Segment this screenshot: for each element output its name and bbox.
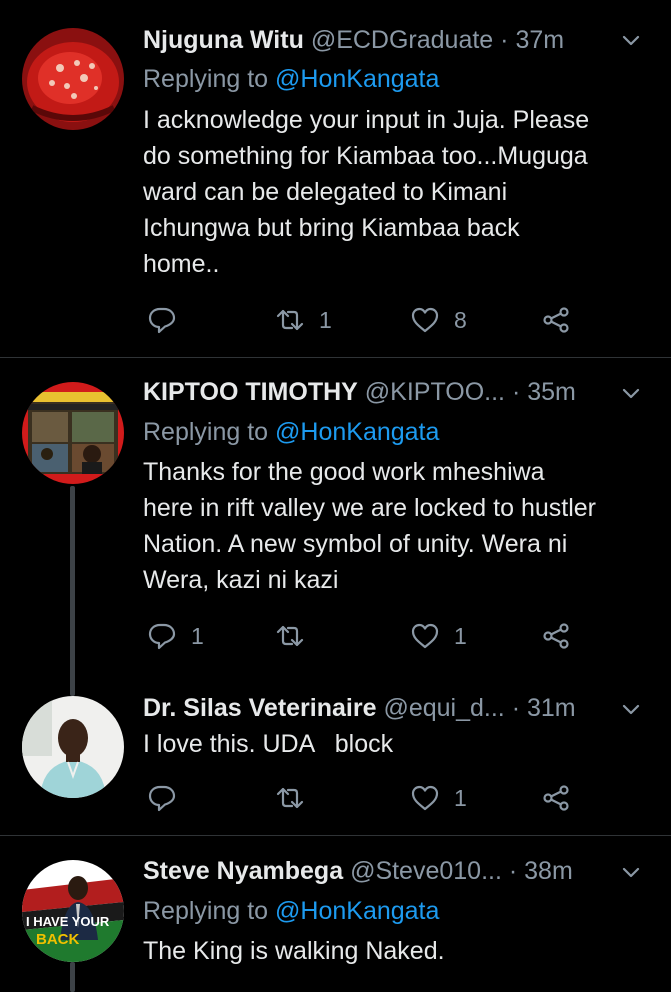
author-handle[interactable]: @Steve010... — [350, 857, 502, 885]
tweet-3[interactable]: Dr. Silas Veterinaire @equi_d... · 31m I… — [0, 678, 671, 836]
speech-bubble-icon — [148, 307, 176, 334]
like-button[interactable]: 1 — [410, 778, 467, 818]
author-handle[interactable]: @equi_d... — [383, 694, 504, 722]
retweet-icon — [276, 625, 304, 647]
author-name[interactable]: KIPTOO TIMOTHY — [143, 378, 358, 406]
avatar[interactable] — [22, 28, 124, 130]
replying-to: Replying to @HonKangata — [143, 414, 439, 450]
tweet-text-line: Ichungwa but bring Kiambaa back — [143, 214, 520, 242]
avatar[interactable] — [22, 382, 124, 484]
tweet-actions: 1 — [143, 778, 641, 818]
separator-dot: · — [511, 694, 521, 722]
tweet-text-line: Thanks for the good work mheshiwa — [143, 458, 545, 486]
replying-to-label: Replying to — [143, 65, 269, 93]
tweet-header: Dr. Silas Veterinaire @equi_d... · 31m — [143, 688, 641, 728]
thread-line — [70, 486, 75, 696]
author-name[interactable]: Steve Nyambega — [143, 857, 343, 885]
timestamp: 31m — [526, 694, 576, 722]
tweet-actions: 1 8 — [143, 300, 641, 340]
tweet-text-line: ward can be delegated to Kimani — [143, 178, 508, 206]
speech-bubble-icon — [148, 623, 176, 650]
replying-to: Replying to @HonKangata — [143, 61, 439, 97]
replying-to: Replying to @HonKangata — [143, 893, 439, 929]
separator-dot: · — [511, 378, 521, 406]
share-button[interactable] — [541, 300, 571, 340]
timestamp: 37m — [515, 26, 565, 54]
tweet-text-line: The King is walking Naked. — [143, 937, 445, 965]
speech-bubble-icon — [148, 785, 176, 812]
mention-link[interactable]: @HonKangata — [275, 897, 439, 925]
separator-dot: · — [508, 857, 518, 885]
avatar[interactable]: I HAVE YOUR BACK — [22, 860, 124, 962]
tweet-header: Steve Nyambega @Steve010... · 38m — [143, 851, 641, 891]
tweet-4[interactable]: I HAVE YOUR BACK Steve Nyambega @Steve01… — [0, 836, 671, 992]
author-handle[interactable]: @ECDGraduate — [311, 26, 493, 54]
reply-count: 1 — [191, 622, 204, 649]
retweet-button[interactable] — [275, 616, 319, 656]
thread-line — [70, 962, 75, 992]
heart-icon — [411, 623, 439, 649]
share-icon — [543, 785, 569, 811]
tweet-text-line: I acknowledge your input in Juja. Please — [143, 106, 590, 134]
heart-icon — [411, 785, 439, 811]
tweet-2[interactable]: KIPTOO TIMOTHY @KIPTOO... · 35m Replying… — [0, 358, 671, 696]
tweet-text: Thanks for the good work mheshiwa here i… — [143, 454, 643, 598]
author-handle[interactable]: @KIPTOO... — [365, 378, 505, 406]
retweet-button[interactable] — [275, 778, 319, 818]
share-button[interactable] — [541, 778, 571, 818]
mention-link[interactable]: @HonKangata — [275, 418, 439, 446]
tweet-text-line: do something for Kiambaa too...Muguga — [143, 142, 588, 170]
replying-to-label: Replying to — [143, 418, 269, 446]
tweet-1[interactable]: Njuguna Witu @ECDGraduate · 37m Replying… — [0, 0, 671, 358]
reply-button[interactable] — [147, 778, 191, 818]
replying-to-label: Replying to — [143, 897, 269, 925]
tweet-text-line: Wera, kazi ni kazi — [143, 566, 339, 594]
retweet-icon — [276, 787, 304, 809]
tweet-text: The King is walking Naked. — [143, 933, 643, 969]
share-icon — [543, 307, 569, 333]
avatar[interactable] — [22, 696, 124, 798]
timestamp: 38m — [524, 857, 573, 885]
retweet-button[interactable]: 1 — [275, 300, 332, 340]
author-name[interactable]: Dr. Silas Veterinaire — [143, 694, 376, 722]
like-count: 8 — [454, 306, 467, 333]
reply-button[interactable] — [147, 300, 191, 340]
tweet-actions: 1 1 — [143, 616, 641, 656]
heart-icon — [411, 307, 439, 333]
like-count: 1 — [454, 784, 467, 811]
share-icon — [543, 623, 569, 649]
chevron-down-icon[interactable] — [619, 860, 643, 884]
reply-button[interactable]: 1 — [147, 616, 204, 656]
chevron-down-icon[interactable] — [619, 381, 643, 405]
chevron-down-icon[interactable] — [619, 28, 643, 52]
share-button[interactable] — [541, 616, 571, 656]
like-count: 1 — [454, 622, 467, 649]
retweet-icon — [276, 309, 304, 331]
tweet-text-line: home.. — [143, 250, 220, 278]
tweet-text-line: I love this. UDA block — [143, 730, 394, 758]
like-button[interactable]: 8 — [410, 300, 467, 340]
chevron-down-icon[interactable] — [619, 697, 643, 721]
timestamp: 35m — [527, 378, 576, 406]
avatar-text: I HAVE YOUR — [26, 914, 110, 929]
author-name[interactable]: Njuguna Witu — [143, 26, 304, 54]
tweet-text-line: Nation. A new symbol of unity. Wera ni — [143, 530, 568, 558]
mention-link[interactable]: @HonKangata — [275, 65, 439, 93]
svg-text:BACK: BACK — [36, 931, 79, 948]
tweet-text-line: here in rift valley we are locked to hus… — [143, 494, 596, 522]
like-button[interactable]: 1 — [410, 616, 467, 656]
tweet-header: Njuguna Witu @ECDGraduate · 37m — [143, 20, 641, 60]
tweet-header: KIPTOO TIMOTHY @KIPTOO... · 35m — [143, 372, 641, 412]
tweet-text: I acknowledge your input in Juja. Please… — [143, 102, 643, 282]
tweet-text: I love this. UDA block — [143, 726, 643, 762]
separator-dot: · — [500, 26, 509, 54]
retweet-count: 1 — [319, 306, 332, 333]
